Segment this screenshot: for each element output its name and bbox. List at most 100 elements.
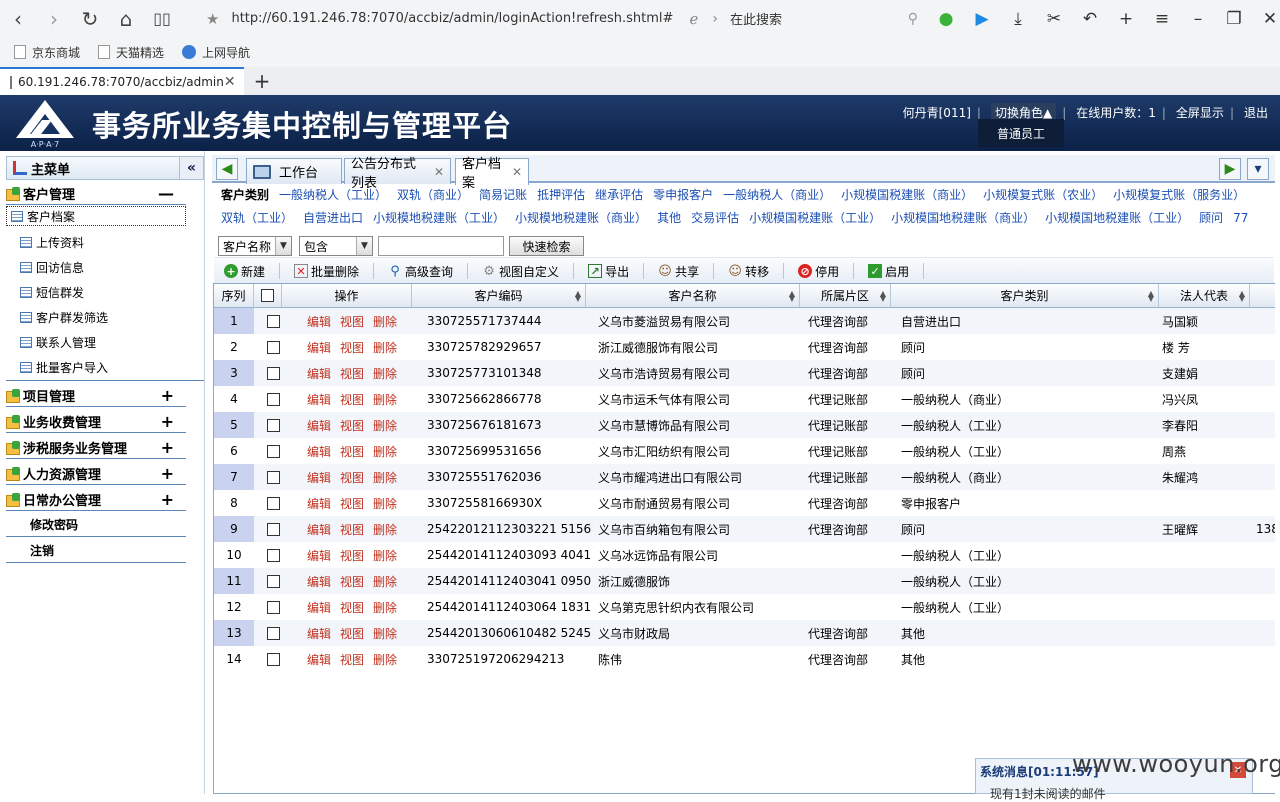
view-link[interactable]: 视图 bbox=[340, 573, 364, 590]
row-checkbox[interactable] bbox=[267, 314, 280, 328]
category-link[interactable]: 77 bbox=[1233, 211, 1248, 225]
sidebar-item-contacts[interactable]: 联系人管理 bbox=[6, 331, 186, 353]
fullscreen-link[interactable]: 全屏显示 bbox=[1176, 104, 1224, 121]
undo-icon[interactable]: ↶ bbox=[1072, 0, 1108, 37]
new-button[interactable]: + 新建 bbox=[224, 263, 265, 280]
transfer-button[interactable]: ☺ 转移 bbox=[728, 263, 769, 280]
search-icon[interactable]: ⚲ bbox=[908, 11, 918, 27]
category-link[interactable]: 小规模国地税建账（商业） bbox=[891, 211, 1035, 225]
sidebar-group-tax[interactable]: 涉税服务业务管理 + bbox=[6, 437, 186, 459]
new-tab-button[interactable]: + bbox=[244, 67, 280, 95]
row-checkbox[interactable] bbox=[267, 470, 280, 484]
logout-link[interactable]: 退出 bbox=[1244, 104, 1268, 121]
row-checkbox[interactable] bbox=[267, 574, 280, 588]
batch-delete-button[interactable]: ✕ 批量删除 bbox=[294, 263, 359, 280]
delete-link[interactable]: 删除 bbox=[373, 339, 397, 356]
bookmark-jd[interactable]: 京东商城 bbox=[14, 44, 80, 61]
view-link[interactable]: 视图 bbox=[340, 651, 364, 668]
edit-link[interactable]: 编辑 bbox=[307, 391, 331, 408]
bookmark-nav[interactable]: 上网导航 bbox=[182, 44, 250, 61]
row-checkbox[interactable] bbox=[267, 600, 280, 614]
category-link[interactable]: 小规模国地税建账（工业） bbox=[1045, 211, 1189, 225]
view-link[interactable]: 视图 bbox=[340, 521, 364, 538]
browser-tab[interactable]: 60.191.246.78:7070/accbiz/admin ✕ bbox=[0, 67, 244, 95]
select-all-checkbox[interactable] bbox=[261, 289, 274, 302]
row-checkbox[interactable] bbox=[267, 340, 280, 354]
category-link[interactable]: 交易评估 bbox=[691, 211, 739, 225]
table-row[interactable]: 10 编辑 视图 删除 25442014112403093 4041 义乌冰远饰品有限公司… bbox=[214, 542, 1275, 568]
view-link[interactable]: 视图 bbox=[340, 469, 364, 486]
menu-icon[interactable]: ≡ bbox=[1144, 0, 1180, 37]
edit-link[interactable]: 编辑 bbox=[307, 417, 331, 434]
customize-view-button[interactable]: ⚙ 视图自定义 bbox=[482, 263, 559, 280]
table-row[interactable]: 13 编辑 视图 删除 25442013060610482 5245 义乌市财政局 代理咨询… bbox=[214, 620, 1275, 646]
table-row[interactable]: 8 编辑 视图 删除 33072558166930X 义乌市耐通贸易有限公司 代理咨询部 零申… bbox=[214, 490, 1275, 516]
change-password-link[interactable]: 修改密码 bbox=[6, 513, 186, 537]
tab-close-icon[interactable]: ✕ bbox=[512, 165, 522, 179]
forward-icon[interactable]: › bbox=[36, 0, 72, 37]
bookmark-tmall[interactable]: 天猫精选 bbox=[98, 44, 164, 61]
tab-workbench[interactable]: 工作台 bbox=[246, 158, 342, 184]
star-icon[interactable]: ★ bbox=[206, 10, 219, 28]
view-link[interactable]: 视图 bbox=[340, 339, 364, 356]
delete-link[interactable]: 删除 bbox=[373, 417, 397, 434]
expand-icon[interactable]: + bbox=[161, 464, 174, 483]
advanced-search-button[interactable]: ⚲ 高级查询 bbox=[388, 263, 453, 280]
back-icon[interactable]: ‹ bbox=[0, 0, 36, 37]
sidebar-group-office[interactable]: 日常办公管理 + bbox=[6, 489, 186, 511]
row-checkbox[interactable] bbox=[267, 626, 280, 640]
close-icon[interactable]: ✕ bbox=[1252, 0, 1280, 37]
category-link[interactable]: 零申报客户 bbox=[653, 188, 713, 202]
sidebar-item-group-filter[interactable]: 客户群发筛选 bbox=[6, 306, 186, 328]
view-link[interactable]: 视图 bbox=[340, 495, 364, 512]
download-icon[interactable]: ⤓ bbox=[1000, 0, 1036, 37]
category-link[interactable]: 双轨（商业） bbox=[397, 188, 469, 202]
category-link[interactable]: 小规模地税建账（商业） bbox=[515, 211, 647, 225]
address-bar[interactable]: ★ http://60.191.246.78:7070/accbiz/admin… bbox=[206, 5, 718, 32]
category-link[interactable]: 双轨（工业） bbox=[221, 211, 293, 225]
table-row[interactable]: 6 编辑 视图 删除 330725699531656 义乌市汇阳纺织有限公司 代理记账部 一般… bbox=[214, 438, 1275, 464]
edit-link[interactable]: 编辑 bbox=[307, 365, 331, 382]
tab-close-icon[interactable]: ✕ bbox=[434, 165, 444, 179]
category-link[interactable]: 简易记账 bbox=[479, 188, 527, 202]
category-link[interactable]: 小规模复式账（服务业） bbox=[1113, 188, 1245, 202]
row-checkbox[interactable] bbox=[267, 392, 280, 406]
view-link[interactable]: 视图 bbox=[340, 599, 364, 616]
category-link[interactable]: 抵押评估 bbox=[537, 188, 585, 202]
edit-link[interactable]: 编辑 bbox=[307, 313, 331, 330]
tab-customer-archive[interactable]: 客户档案 ✕ bbox=[455, 157, 529, 191]
col-header-type[interactable]: 客户类别 ▲ ▼ bbox=[891, 284, 1159, 307]
cut-icon[interactable]: ✂ bbox=[1036, 0, 1072, 37]
table-row[interactable]: 9 编辑 视图 删除 25422012112303221 5156 义乌市百纳箱包有限公司… bbox=[214, 516, 1275, 542]
view-link[interactable]: 视图 bbox=[340, 625, 364, 642]
table-row[interactable]: 3 编辑 视图 删除 330725773101348 义乌市浩诗贸易有限公司 代理咨询部 顾问… bbox=[214, 360, 1275, 386]
view-link[interactable]: 视图 bbox=[340, 391, 364, 408]
delete-link[interactable]: 删除 bbox=[373, 495, 397, 512]
row-checkbox[interactable] bbox=[267, 522, 280, 536]
edit-link[interactable]: 编辑 bbox=[307, 469, 331, 486]
delete-link[interactable]: 删除 bbox=[373, 651, 397, 668]
expand-icon[interactable]: + bbox=[161, 412, 174, 431]
table-row[interactable]: 11 编辑 视图 删除 25442014112403041 0950 浙江威德服饰 一般纳税… bbox=[214, 568, 1275, 594]
chevron-right-icon[interactable]: › bbox=[712, 11, 718, 27]
table-row[interactable]: 1 编辑 视图 删除 330725571737444 义乌市菱溢贸易有限公司 代理咨询部 自营… bbox=[214, 308, 1275, 334]
view-link[interactable]: 视图 bbox=[340, 547, 364, 564]
expand-icon[interactable]: + bbox=[161, 386, 174, 405]
category-link[interactable]: 继承评估 bbox=[595, 188, 643, 202]
view-link[interactable]: 视图 bbox=[340, 417, 364, 434]
tab-close-icon[interactable]: ✕ bbox=[224, 74, 236, 90]
table-row[interactable]: 5 编辑 视图 删除 330725676181673 义乌市慧博饰品有限公司 代理记账部 一般… bbox=[214, 412, 1275, 438]
col-header-area[interactable]: 所属片区 ▲ ▼ bbox=[800, 284, 891, 307]
sidebar-group-customer[interactable]: 客户管理 — bbox=[6, 183, 186, 205]
quick-search-button[interactable]: 快速检索 bbox=[509, 236, 584, 256]
share-button[interactable]: ☺ 共享 bbox=[658, 263, 699, 280]
delete-link[interactable]: 删除 bbox=[373, 599, 397, 616]
collapse-sidebar-button[interactable]: « bbox=[179, 157, 203, 179]
delete-link[interactable]: 删除 bbox=[373, 625, 397, 642]
ie-icon[interactable]: ℯ bbox=[690, 10, 699, 28]
category-link[interactable]: 顾问 bbox=[1199, 211, 1223, 225]
tab-announcements[interactable]: 公告分布式列表 ✕ bbox=[344, 157, 451, 191]
refresh-icon[interactable]: ↻ bbox=[72, 0, 108, 37]
edit-link[interactable]: 编辑 bbox=[307, 599, 331, 616]
view-link[interactable]: 视图 bbox=[340, 313, 364, 330]
